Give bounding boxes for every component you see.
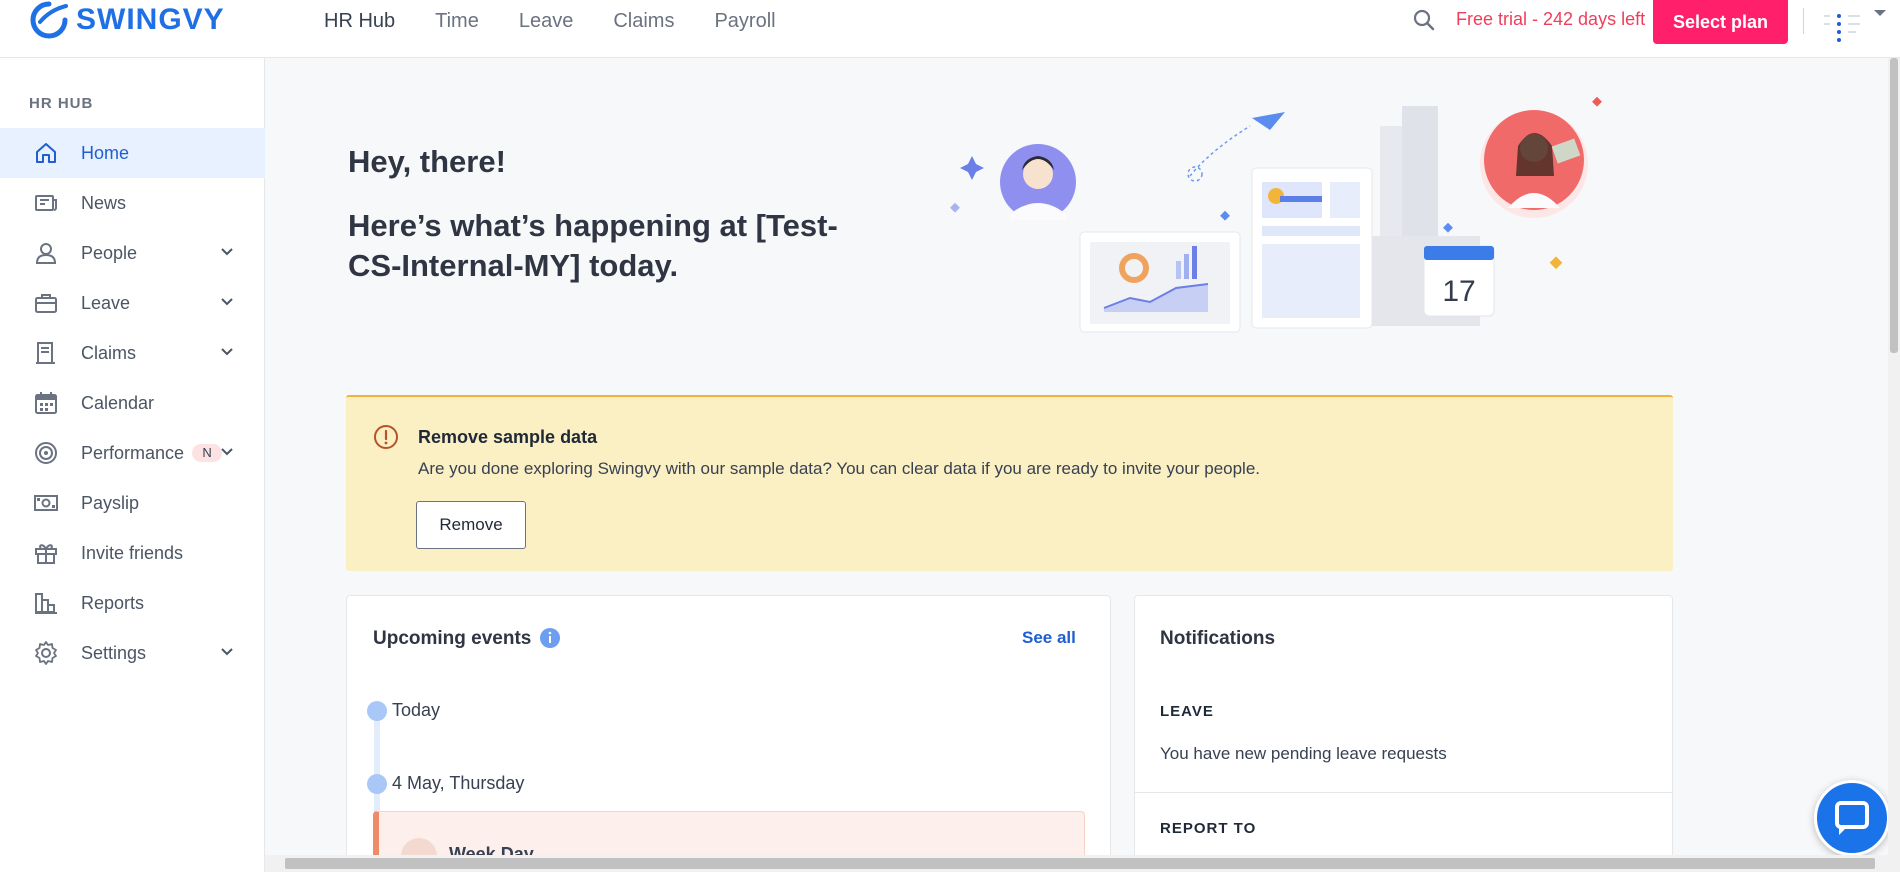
sidebar-item-payslip[interactable]: Payslip (0, 478, 265, 528)
chat-icon (1835, 801, 1869, 835)
timeline-group-today: Today (392, 700, 441, 720)
sidebar-item-label: Performance (81, 442, 185, 463)
swingvy-logo-icon (30, 1, 68, 39)
sidebar-item-people[interactable]: People (0, 228, 265, 278)
sidebar-item-claims[interactable]: Claims (0, 328, 265, 378)
greeting-subtitle: Here’s what’s happening at [Test-CS-Inte… (348, 208, 838, 283)
notification-item[interactable]: You have new pending leave requests (1160, 744, 1447, 764)
logo[interactable]: SWINGVY (28, 0, 225, 40)
sidebar-item-home[interactable]: Home (0, 128, 265, 178)
chevron-down-icon[interactable] (1873, 8, 1887, 18)
topnav-hr-hub[interactable]: HR Hub (324, 10, 395, 33)
sidebar-item-invite-friends[interactable]: Invite friends (0, 528, 265, 578)
sidebar: HR HUB Home News People Leave Claims Cal… (0, 58, 265, 872)
sidebar-item-label: Invite friends (81, 542, 184, 563)
receipt-icon (36, 342, 55, 364)
sidebar-item-leave[interactable]: Leave (0, 278, 265, 328)
timeline-group-date: 4 May, Thursday (392, 773, 525, 793)
search-icon[interactable] (1410, 6, 1438, 34)
chevron-down-icon[interactable] (220, 297, 234, 307)
see-all-link[interactable]: See all (1022, 628, 1076, 648)
chevron-down-icon[interactable] (220, 347, 234, 357)
events-title: Upcoming events (373, 628, 532, 649)
company-switcher-icon[interactable] (1820, 10, 1870, 46)
select-plan-button[interactable]: Select plan (1653, 0, 1788, 44)
info-icon[interactable] (539, 627, 561, 649)
topnav-claims[interactable]: Claims (613, 10, 674, 33)
calendar-icon (35, 392, 57, 414)
briefcase-icon (35, 294, 57, 313)
chat-button[interactable] (1814, 780, 1890, 856)
notification-section-heading: REPORT TO (1160, 820, 1257, 837)
top-nav: HR Hub Time Leave Claims Payroll (324, 0, 816, 42)
greeting-title: Hey, there! (348, 144, 506, 179)
sidebar-item-label: Home (81, 142, 130, 163)
horizontal-scrollbar[interactable] (265, 855, 1900, 872)
alert-title: Remove sample data (418, 427, 598, 447)
target-icon (35, 442, 57, 464)
sidebar-item-settings[interactable]: Settings (0, 628, 265, 678)
vertical-scrollbar[interactable] (1888, 58, 1900, 855)
bar-chart-icon (35, 593, 57, 614)
sidebar-item-label: Leave (81, 292, 131, 313)
sidebar-item-label: People (81, 242, 138, 263)
chevron-down-icon[interactable] (220, 447, 234, 457)
dashboard-illustration: 17 (950, 96, 1602, 333)
money-icon (34, 495, 58, 511)
news-icon (35, 195, 57, 211)
sidebar-item-label: News (81, 192, 127, 213)
chevron-down-icon[interactable] (220, 247, 234, 257)
sidebar-item-calendar[interactable]: Calendar (0, 378, 265, 428)
upcoming-events-card: Upcoming events See all Today 4 May, Thu… (346, 595, 1111, 872)
divider (1135, 792, 1672, 793)
notifications-title: Notifications (1160, 628, 1276, 649)
sidebar-heading: HR HUB (29, 95, 94, 112)
calendar-day: 17 (1442, 275, 1475, 308)
sidebar-item-label: Settings (81, 642, 147, 663)
topnav-payroll[interactable]: Payroll (714, 10, 775, 33)
chevron-down-icon[interactable] (220, 647, 234, 657)
alert-text: Are you done exploring Swingvy with our … (418, 459, 1261, 478)
new-badge: N (192, 444, 223, 462)
sidebar-item-news[interactable]: News (0, 178, 265, 228)
sidebar-item-label: Calendar (81, 392, 155, 413)
person-icon (35, 243, 57, 264)
divider (1803, 8, 1804, 34)
sidebar-item-label: Payslip (81, 492, 140, 513)
notification-section-heading: LEAVE (1160, 703, 1214, 720)
sidebar-nav: Home News People Leave Claims Calendar P… (0, 128, 265, 678)
gear-icon (35, 641, 57, 665)
sidebar-item-reports[interactable]: Reports (0, 578, 265, 628)
scrollbar-thumb[interactable] (1890, 58, 1898, 353)
sidebar-item-label: Claims (81, 342, 137, 363)
scrollbar-thumb[interactable] (285, 858, 1875, 869)
top-bar: SWINGVY HR Hub Time Leave Claims Payroll… (0, 0, 1900, 58)
sidebar-item-label: Reports (81, 592, 145, 613)
warning-icon (374, 425, 398, 449)
remove-button[interactable]: Remove (416, 501, 526, 549)
topnav-leave[interactable]: Leave (519, 10, 574, 33)
sample-data-alert: Remove sample data Are you done explorin… (346, 395, 1673, 571)
timeline-dot (367, 774, 387, 794)
gift-icon (35, 544, 57, 564)
timeline-dot (367, 701, 387, 721)
sidebar-item-performance[interactable]: Performance N (0, 428, 265, 478)
trial-status: Free trial - 242 days left (1456, 9, 1646, 29)
home-icon (36, 143, 56, 163)
topnav-time[interactable]: Time (435, 10, 479, 33)
brand-name: SWINGVY (76, 3, 225, 36)
notifications-card: Notifications LEAVE You have new pending… (1134, 595, 1673, 872)
